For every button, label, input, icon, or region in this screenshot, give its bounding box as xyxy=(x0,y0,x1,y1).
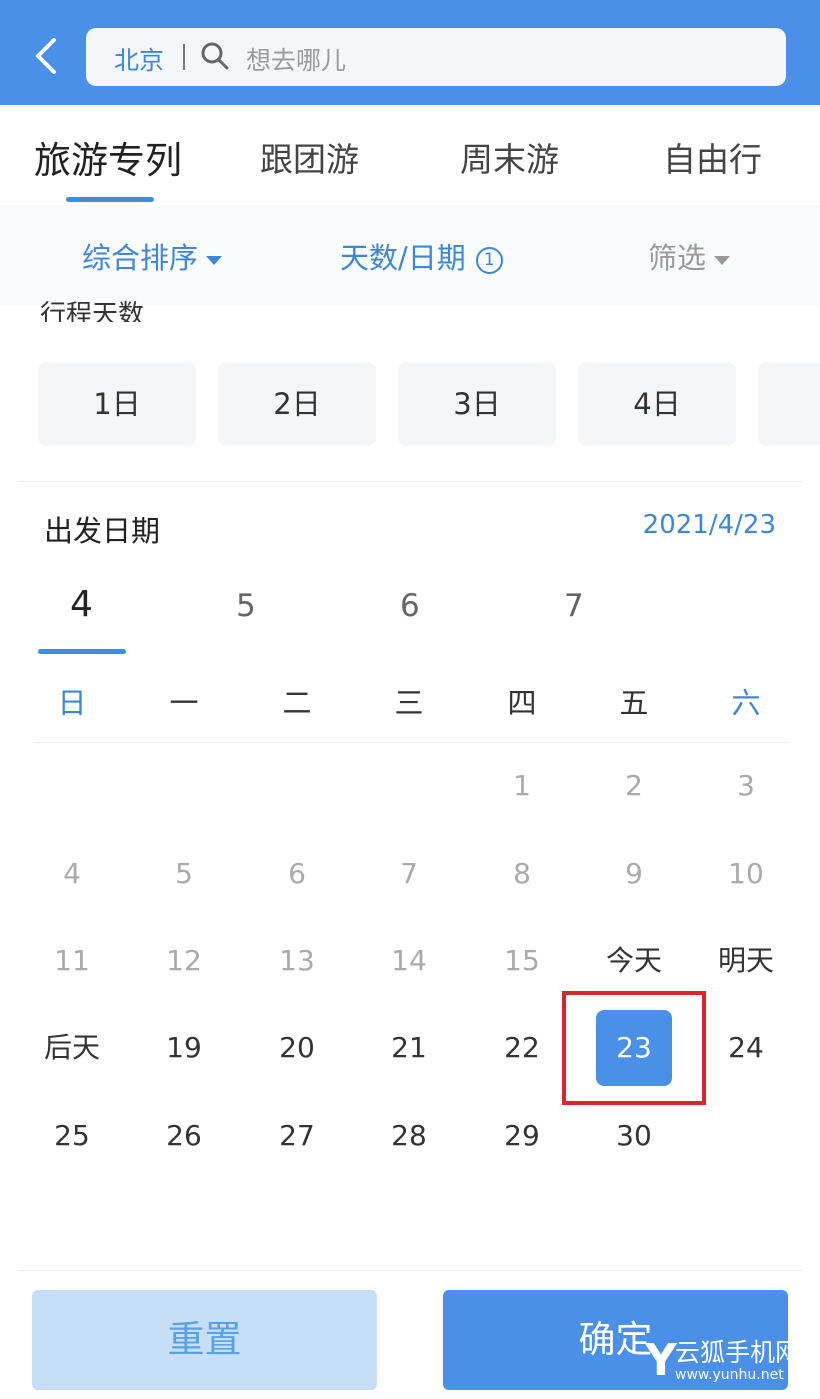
calendar-day: 7 xyxy=(400,857,418,890)
days-date-filter[interactable]: 天数/日期 1 xyxy=(340,235,503,277)
annotation-highlight-box xyxy=(562,991,706,1105)
tab-weekend-tour[interactable]: 周末游 xyxy=(460,133,559,181)
calendar-day: 15 xyxy=(504,944,540,977)
weekday-tue: 二 xyxy=(282,686,312,720)
tab-independent-travel[interactable]: 自由行 xyxy=(663,133,762,181)
calendar-day[interactable]: 26 xyxy=(136,1108,232,1164)
filter-bar: 综合排序 天数/日期 1 筛选 xyxy=(0,205,820,305)
watermark-name: 云狐手机网 xyxy=(675,1338,801,1367)
city-selector[interactable]: 北京 xyxy=(114,41,164,77)
weekday-sun: 日 xyxy=(57,686,87,720)
weekday-thu: 四 xyxy=(507,686,537,720)
search-icon xyxy=(201,42,229,70)
days-date-label: 天数/日期 xyxy=(340,241,466,275)
active-month-indicator xyxy=(38,649,126,654)
calendar-day: 12 xyxy=(166,944,202,977)
day-option-more[interactable] xyxy=(758,362,820,446)
calendar-day[interactable]: 19 xyxy=(136,1020,232,1076)
screen-filter[interactable]: 筛选 xyxy=(648,235,731,277)
watermark-url: www.yunhu.net xyxy=(675,1367,784,1383)
month-tab-7[interactable]: 7 xyxy=(564,588,584,624)
weekday-sat: 六 xyxy=(731,686,761,720)
divider xyxy=(183,44,185,70)
calendar-day: 14 xyxy=(391,944,427,977)
calendar-day: 3 xyxy=(737,769,755,802)
calendar-day: 1 xyxy=(513,769,531,802)
day-option-2[interactable]: 2日 xyxy=(218,362,376,446)
calendar-day: 13 xyxy=(279,944,315,977)
calendar-day: 6 xyxy=(288,857,306,890)
month-tab-4[interactable]: 4 xyxy=(70,584,93,625)
calendar-day[interactable]: 29 xyxy=(474,1108,570,1164)
calendar-day[interactable]: 27 xyxy=(249,1108,345,1164)
watermark-logo: Y xyxy=(645,1335,677,1386)
calendar-day: 10 xyxy=(728,857,764,890)
back-arrow-icon[interactable] xyxy=(28,34,68,78)
weekday-wed: 三 xyxy=(394,686,424,720)
calendar-day-day-after-tomorrow[interactable]: 后天 xyxy=(24,1020,120,1076)
divider xyxy=(34,742,788,743)
reset-button[interactable]: 重置 xyxy=(32,1290,377,1390)
top-bar: 北京 想去哪儿 xyxy=(0,0,820,105)
day-option-3[interactable]: 3日 xyxy=(398,362,556,446)
month-tab-5[interactable]: 5 xyxy=(236,588,256,624)
calendar-day[interactable]: 30 xyxy=(586,1108,682,1164)
day-option-4[interactable]: 4日 xyxy=(578,362,736,446)
calendar-day-today[interactable]: 今天 xyxy=(586,933,682,989)
search-box[interactable]: 北京 想去哪儿 xyxy=(86,28,786,86)
weekday-mon: 一 xyxy=(169,686,199,720)
tab-group-tour[interactable]: 跟团游 xyxy=(260,133,359,181)
sort-filter[interactable]: 综合排序 xyxy=(82,235,223,277)
calendar-day: 9 xyxy=(625,857,643,890)
calendar-day: 5 xyxy=(175,857,193,890)
search-input[interactable]: 想去哪儿 xyxy=(246,41,346,77)
weekday-fri: 五 xyxy=(619,686,649,720)
caret-down-icon xyxy=(714,255,731,265)
calendar-day[interactable]: 22 xyxy=(474,1020,570,1076)
calendar-day: 11 xyxy=(54,944,90,977)
filter-count-badge: 1 xyxy=(475,246,503,274)
calendar-day[interactable]: 20 xyxy=(249,1020,345,1076)
calendar-day[interactable]: 21 xyxy=(361,1020,457,1076)
calendar-day: 8 xyxy=(513,857,531,890)
trip-days-title: 行程天数 xyxy=(40,300,145,322)
calendar-day[interactable]: 28 xyxy=(361,1108,457,1164)
screen-label: 筛选 xyxy=(648,241,707,275)
calendar-day[interactable]: 24 xyxy=(698,1020,794,1076)
calendar-day-tomorrow[interactable]: 明天 xyxy=(698,933,794,989)
calendar-day: 2 xyxy=(625,769,643,802)
calendar-day[interactable]: 25 xyxy=(24,1108,120,1164)
departure-date-title: 出发日期 xyxy=(44,514,161,548)
tab-travel-train[interactable]: 旅游专列 xyxy=(34,130,182,184)
divider xyxy=(18,481,802,482)
day-option-1[interactable]: 1日 xyxy=(38,362,196,446)
sort-label: 综合排序 xyxy=(82,241,199,275)
caret-down-icon xyxy=(206,255,223,265)
category-tabs: 旅游专列 跟团游 周末游 自由行 xyxy=(0,105,820,205)
departure-date-value: 2021/4/23 xyxy=(642,510,776,540)
calendar-day: 4 xyxy=(63,857,81,890)
divider xyxy=(18,1270,802,1271)
month-tab-6[interactable]: 6 xyxy=(400,588,420,624)
active-tab-indicator xyxy=(66,197,154,202)
watermark: Y 云狐手机网 www.yunhu.net xyxy=(645,1333,805,1393)
